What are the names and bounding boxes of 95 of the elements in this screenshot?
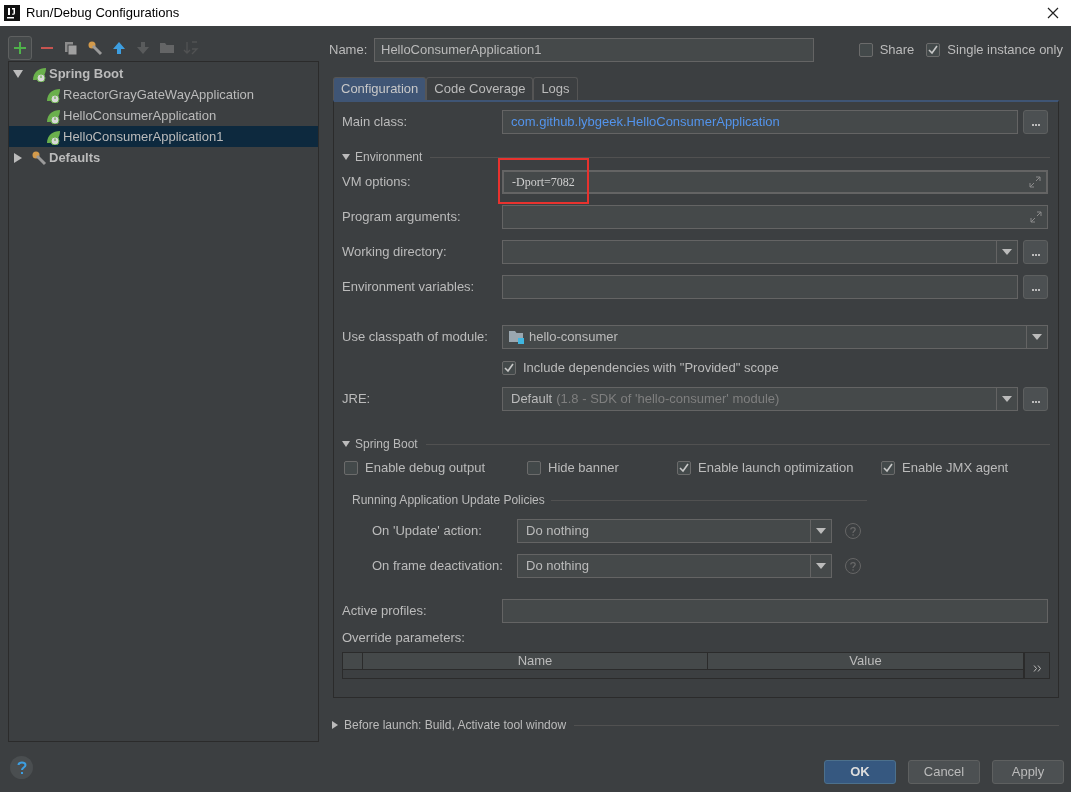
more-button[interactable] bbox=[1024, 652, 1050, 679]
dialog-button[interactable]: OK bbox=[824, 760, 896, 784]
question-mark-icon bbox=[16, 760, 27, 775]
close-button[interactable] bbox=[1045, 5, 1061, 21]
dialog-button[interactable]: Cancel bbox=[908, 760, 980, 784]
input-field[interactable] bbox=[502, 599, 1048, 623]
field-label: Environment variables: bbox=[342, 278, 476, 297]
checkbox[interactable] bbox=[527, 461, 541, 475]
copy-icon bbox=[63, 40, 79, 56]
checkbox[interactable] bbox=[858, 43, 873, 57]
leaf-icon bbox=[45, 86, 61, 103]
section-title[interactable]: Spring Boot bbox=[355, 435, 418, 453]
section-title[interactable]: Before launch: Build, Activate tool window bbox=[344, 716, 567, 734]
dropdown-arrow-icon bbox=[1002, 249, 1012, 255]
tree-item[interactable]: HelloConsumerApplication bbox=[9, 105, 318, 126]
browse-button[interactable] bbox=[1023, 387, 1048, 411]
field-label: VM options: bbox=[342, 173, 412, 192]
check-icon bbox=[883, 463, 893, 473]
expand-icon bbox=[1029, 176, 1041, 188]
field-label: On frame deactivation: bbox=[372, 557, 504, 576]
browse-button[interactable] bbox=[1023, 240, 1048, 264]
field-label: Working directory: bbox=[342, 243, 448, 262]
check-icon bbox=[928, 45, 939, 55]
checkbox-label: Hide banner bbox=[548, 459, 619, 478]
field-label: Main class: bbox=[342, 113, 409, 132]
module-folder-icon bbox=[509, 330, 525, 344]
tab[interactable]: Logs bbox=[533, 77, 578, 100]
input-field[interactable]: com.github.lybgeek.HelloConsumerApplication bbox=[502, 110, 1018, 134]
check-icon bbox=[504, 363, 514, 373]
input-field[interactable] bbox=[502, 205, 1048, 229]
browse-button[interactable] bbox=[1023, 275, 1048, 299]
dropdown[interactable]: Do nothing bbox=[517, 519, 832, 543]
close-icon bbox=[1047, 7, 1059, 19]
field-label: Name: bbox=[329, 41, 369, 60]
tree-item[interactable]: ReactorGrayGateWayApplication bbox=[9, 84, 318, 105]
tab[interactable]: Configuration bbox=[333, 77, 427, 100]
folder-icon bbox=[159, 40, 175, 56]
column-header[interactable]: Name bbox=[363, 653, 708, 669]
dropdown-arrow-icon bbox=[1032, 334, 1042, 340]
question-mark-icon bbox=[850, 527, 856, 536]
checkbox-label: Enable debug output bbox=[365, 459, 485, 478]
checkbox-label: Single instance only bbox=[947, 41, 1063, 60]
field-label: Active profiles: bbox=[342, 602, 428, 621]
question-mark-icon bbox=[850, 562, 856, 571]
input-field[interactable] bbox=[502, 275, 1018, 299]
help-button[interactable] bbox=[10, 756, 33, 779]
double-chevron-icon bbox=[1032, 665, 1042, 672]
checkbox[interactable] bbox=[344, 461, 358, 475]
toolbar-button[interactable] bbox=[8, 36, 32, 60]
wrench-icon bbox=[87, 40, 103, 56]
expand-icon bbox=[1030, 211, 1042, 223]
name-field[interactable]: HelloConsumerApplication1 bbox=[374, 38, 814, 62]
up-arrow-icon bbox=[111, 40, 127, 56]
dropdown-arrow-icon bbox=[1002, 396, 1012, 402]
section-title[interactable]: Environment bbox=[355, 148, 423, 166]
checkbox[interactable] bbox=[881, 461, 895, 475]
leaf-icon bbox=[45, 128, 61, 145]
expanded-arrow-icon bbox=[13, 68, 23, 79]
dialog-button[interactable]: Apply bbox=[992, 760, 1064, 784]
checkbox-label: Enable JMX agent bbox=[902, 459, 1009, 478]
hint-text: (1.8 - SDK of 'hello-consumer' module) bbox=[556, 390, 780, 409]
dropdown[interactable]: Default (1.8 - SDK of 'hello-consumer' module) bbox=[502, 387, 1018, 411]
checkbox-label: Share bbox=[879, 41, 915, 60]
check-icon bbox=[679, 463, 689, 473]
field-label: Use classpath of module: bbox=[342, 328, 489, 347]
collapsed-arrow-icon bbox=[13, 152, 23, 163]
checkbox[interactable] bbox=[677, 461, 691, 475]
browse-button[interactable] bbox=[1023, 110, 1048, 134]
tree-item[interactable]: Defaults bbox=[9, 147, 318, 168]
tree-item[interactable]: Spring Boot bbox=[9, 63, 318, 84]
tab[interactable]: Code Coverage bbox=[426, 77, 534, 100]
checkbox[interactable] bbox=[926, 43, 941, 57]
tree-item[interactable]: HelloConsumerApplication1 bbox=[9, 126, 318, 147]
column-header[interactable]: Value bbox=[708, 653, 1023, 669]
dropdown[interactable]: Do nothing bbox=[517, 554, 832, 578]
field-label: JRE: bbox=[342, 390, 372, 409]
input-field[interactable]: -Dport=7082 bbox=[502, 170, 1048, 194]
field-label: Override parameters: bbox=[342, 629, 465, 646]
field-label: Program arguments: bbox=[342, 208, 462, 227]
dropdown-arrow-icon bbox=[816, 563, 826, 569]
group-title: Running Application Update Policies bbox=[352, 492, 545, 509]
leaf-icon bbox=[45, 107, 61, 124]
field-label: On 'Update' action: bbox=[372, 522, 483, 541]
checkbox-label: Enable launch optimization bbox=[698, 459, 854, 478]
dropdown-arrow-icon bbox=[816, 528, 826, 534]
leaf-icon bbox=[31, 65, 47, 82]
dropdown[interactable]: hello-consumer bbox=[502, 325, 1048, 349]
add-icon bbox=[12, 40, 28, 56]
wrench-icon bbox=[31, 149, 47, 166]
app-logo-icon bbox=[4, 5, 20, 21]
checkbox[interactable] bbox=[502, 361, 516, 375]
down-arrow-icon bbox=[135, 40, 151, 56]
dropdown[interactable] bbox=[502, 240, 1018, 264]
checkbox-label: Include dependencies with "Provided" scope bbox=[523, 359, 779, 378]
window-title: Run/Debug Configurations bbox=[26, 4, 180, 23]
